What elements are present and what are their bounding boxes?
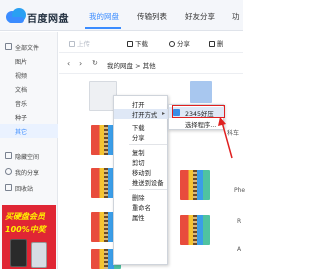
menu-item-label: 重命名	[132, 205, 151, 212]
file-label: Phe	[234, 187, 246, 194]
menu-item-label: 打开	[132, 102, 145, 109]
breadcrumb: ‹ › ↻ 我的网盘 > 其他	[59, 54, 243, 74]
sidebar-item-label: 图片	[15, 59, 28, 66]
baidu-cloud-logo-icon	[6, 8, 26, 23]
delete-button[interactable]: 删	[209, 38, 224, 48]
upload-button[interactable]: 上传	[69, 38, 90, 48]
submenu-item-choose-program[interactable]: 选择程序...	[169, 118, 225, 129]
menu-item-rename[interactable]: 重命名	[114, 202, 169, 212]
sidebar-item-images[interactable]: 图片	[0, 54, 58, 68]
file-label: R	[237, 218, 242, 225]
sidebar-item-label: 视频	[15, 73, 28, 80]
download-icon	[127, 41, 133, 47]
annotation-highlight-box	[172, 105, 225, 118]
share-label: 分享	[177, 40, 190, 48]
sidebar-item-label: 回收站	[15, 186, 34, 193]
menu-item-properties[interactable]: 属性	[114, 212, 169, 222]
refresh-icon[interactable]: ↻	[92, 59, 98, 67]
sidebar-item-torrents[interactable]: 种子	[0, 110, 58, 124]
menu-item-open-with[interactable]: 打开方式 ▸	[114, 109, 169, 119]
menu-item-delete[interactable]: 删除	[114, 192, 169, 202]
sidebar-item-label: 全部文件	[15, 45, 40, 52]
promo-subtitle: 100%中奖	[5, 225, 46, 234]
menu-item-label: 下载	[132, 125, 145, 132]
sidebar-item-label: 音乐	[15, 101, 28, 108]
forward-arrow-icon[interactable]: ›	[79, 59, 82, 68]
upload-label: 上传	[77, 40, 90, 48]
phone-image	[10, 239, 27, 267]
sidebar-item-all-files[interactable]: 全部文件	[0, 40, 58, 54]
submenu-item-label: 选择程序...	[185, 122, 217, 129]
sidebar-item-label: 种子	[15, 115, 28, 122]
trash-icon	[209, 41, 215, 47]
tab-friend-share[interactable]: 好友分享	[185, 11, 215, 22]
breadcrumb-path[interactable]: 我的网盘 > 其他	[107, 60, 156, 70]
sidebar-item-hidden-space[interactable]: 隐藏空间	[0, 149, 58, 163]
sidebar-item-label: 隐藏空间	[15, 154, 40, 161]
back-arrow-icon[interactable]: ‹	[67, 59, 70, 68]
menu-item-share[interactable]: 分享	[114, 132, 169, 142]
sidebar-item-label: 其它	[15, 129, 28, 136]
sidebar-item-label: 文档	[15, 87, 28, 94]
sidebar-item-videos[interactable]: 视频	[0, 68, 58, 82]
zip-file-icon[interactable]	[180, 215, 210, 245]
menu-item-label: 剪切	[132, 160, 145, 167]
file-tile[interactable]	[190, 81, 212, 103]
sidebar-item-other[interactable]: 其它	[0, 124, 58, 138]
file-label: A	[237, 246, 242, 253]
menu-item-cut[interactable]: 剪切	[114, 157, 169, 167]
zip-file-icon[interactable]	[180, 170, 210, 200]
menu-item-move-to[interactable]: 移动到	[114, 167, 169, 177]
active-tab-indicator	[85, 27, 121, 29]
file-label: 科车	[227, 130, 240, 137]
share-icon	[169, 41, 175, 47]
menu-item-push-to-device[interactable]: 推送到设备	[114, 177, 169, 187]
sidebar-item-recycle-bin[interactable]: 回收站	[0, 181, 58, 195]
menu-item-label: 删除	[132, 195, 145, 202]
toolbar: 上传 下载 分享 删	[59, 32, 243, 53]
menu-divider	[129, 144, 167, 145]
sidebar-item-music[interactable]: 音乐	[0, 96, 58, 110]
menu-item-label: 打开方式	[132, 112, 158, 119]
menu-item-download[interactable]: 下载	[114, 122, 169, 132]
tab-my-drive[interactable]: 我的网盘	[89, 11, 119, 22]
lock-icon	[5, 152, 12, 159]
menu-item-label: 移动到	[132, 170, 151, 177]
delete-label: 删	[217, 40, 224, 48]
share-button[interactable]: 分享	[169, 38, 190, 48]
menu-item-label: 属性	[132, 215, 145, 222]
download-button[interactable]: 下载	[127, 38, 148, 48]
menu-item-copy[interactable]: 复制	[114, 147, 169, 157]
upload-icon	[69, 41, 75, 47]
download-label: 下载	[135, 40, 148, 48]
menu-item-open[interactable]: 打开	[114, 99, 169, 109]
context-menu: 打开 打开方式 ▸ 下载 分享 复制 剪切 移动到 推送到设备 删除 重命名 属…	[113, 95, 169, 265]
app-title: 百度网盘	[27, 14, 69, 25]
menu-item-label: 分享	[132, 135, 145, 142]
promo-banner[interactable]: 买硬盘会员 100%中奖	[2, 205, 56, 269]
sidebar-item-my-shares[interactable]: 我的分享	[0, 165, 58, 179]
sidebar-item-label: 我的分享	[15, 170, 40, 177]
menu-item-label: 推送到设备	[132, 180, 164, 187]
phone-image	[31, 242, 47, 268]
promo-title: 买硬盘会员	[5, 212, 45, 221]
sidebar-item-documents[interactable]: 文档	[0, 82, 58, 96]
menu-item-label: 复制	[132, 150, 145, 157]
tab-more[interactable]: 功	[232, 11, 240, 22]
chevron-right-icon: ▸	[161, 110, 165, 117]
menu-divider	[129, 189, 167, 190]
share-icon	[5, 168, 12, 175]
tab-transfer-list[interactable]: 传输列表	[137, 11, 167, 22]
top-bar: 百度网盘 我的网盘 传输列表 好友分享 功	[0, 0, 243, 31]
trash-icon	[5, 184, 12, 191]
folder-icon	[5, 43, 12, 50]
